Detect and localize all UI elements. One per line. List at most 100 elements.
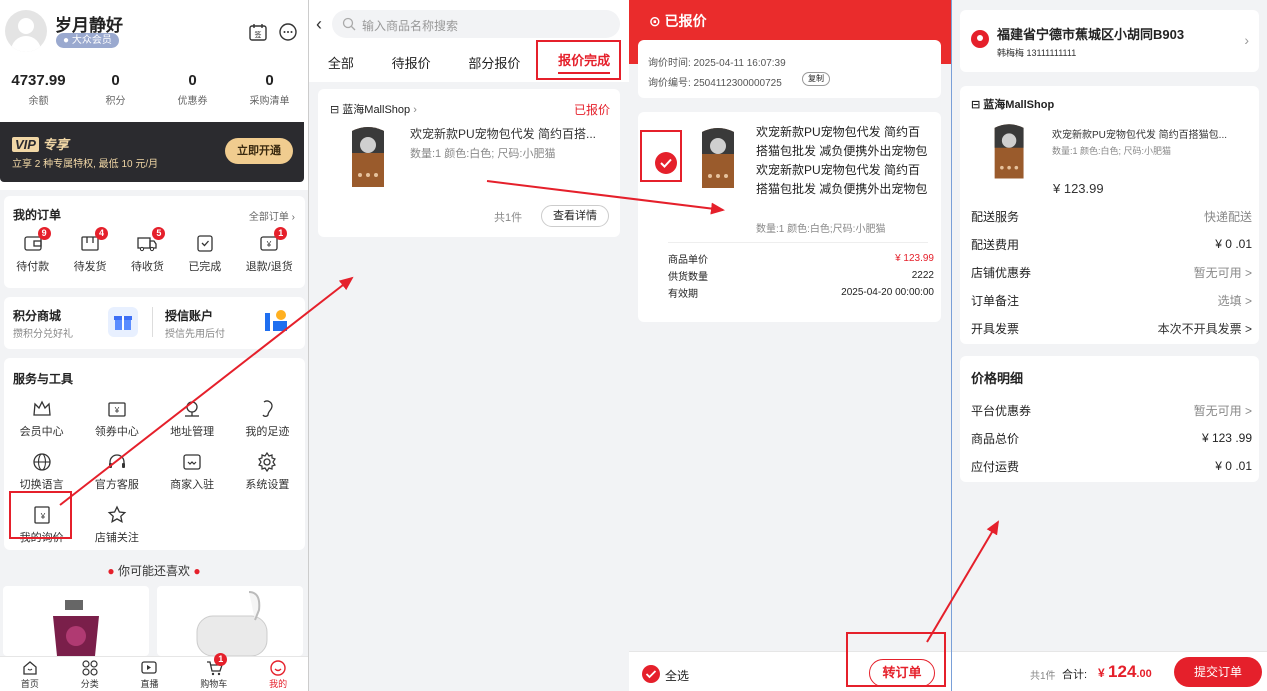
- points-credit-card: 积分商城 攒积分兑好礼 授信账户 授信先用后付: [4, 297, 305, 349]
- service-label: 切换语言: [19, 479, 64, 491]
- service-settings[interactable]: 系统设置: [230, 451, 305, 492]
- copy-button[interactable]: 复制: [802, 72, 830, 86]
- service-language[interactable]: 切换语言: [4, 451, 79, 492]
- stat-coupons[interactable]: 0 优惠券: [154, 72, 231, 107]
- recommend-label: 你可能还喜欢: [117, 564, 190, 578]
- shop-link[interactable]: ⊟ 蓝海MallShop ›: [330, 101, 417, 117]
- service-customer-support[interactable]: 官方客服: [79, 451, 154, 492]
- stat-value: 0: [188, 72, 197, 89]
- vip-badge: VIP: [12, 137, 39, 152]
- highlight-checkbox: [640, 130, 682, 182]
- back-icon[interactable]: ‹: [316, 14, 322, 35]
- badge: 1: [274, 227, 288, 240]
- row-value: 本次不开具发票 >: [1157, 321, 1252, 336]
- service-store-follow[interactable]: 店铺关注: [79, 504, 154, 545]
- nav-live[interactable]: 直播: [140, 659, 159, 690]
- delivery-service-row[interactable]: 配送服务 快递配送: [971, 202, 1252, 230]
- order-pending-shipment[interactable]: 4 待发货: [73, 227, 109, 274]
- recommend-product-2[interactable]: [157, 586, 303, 656]
- address-card[interactable]: 福建省宁德市蕉城区小胡同B903 韩梅梅 13111111111 ›: [960, 10, 1259, 72]
- service-label: 商家入驻: [170, 479, 215, 491]
- submit-order-button[interactable]: 提交订单: [1174, 657, 1262, 687]
- order-completed[interactable]: 已完成: [188, 232, 221, 274]
- view-detail-button[interactable]: 查看详情: [541, 205, 609, 227]
- tab-partial[interactable]: 部分报价: [468, 53, 520, 72]
- clipboard-check-icon: [194, 232, 216, 254]
- shipping-fee-row: 应付运费 ¥ 0 .01: [971, 452, 1252, 480]
- badge: 1: [214, 652, 228, 666]
- select-all-icon[interactable]: [642, 665, 660, 683]
- row-label: 有效期: [668, 289, 698, 300]
- bottom-nav: 首页 分类 直播 1 购物车 我的: [0, 652, 308, 691]
- stat-points[interactable]: 0 积分: [77, 72, 154, 107]
- row-value: ¥ 123.99: [895, 253, 934, 264]
- vip-open-button[interactable]: 立即开通: [225, 138, 293, 164]
- service-merchant-join[interactable]: 商家入驻: [155, 451, 230, 492]
- order-pending-receipt[interactable]: 5 待收货: [131, 227, 166, 274]
- service-coupon-center[interactable]: ¥ 领券中心: [79, 398, 154, 439]
- invoice-row[interactable]: 开具发票 本次不开具发票 >: [971, 314, 1252, 342]
- nav-home[interactable]: 首页: [21, 659, 39, 690]
- shop-coupon-row[interactable]: 店铺优惠券 暂无可用 >: [971, 258, 1252, 286]
- nav-label: 我的: [269, 678, 288, 689]
- shop-name: 蓝海MallShop: [342, 104, 411, 116]
- profile-panel: 岁月静好 ● 大众会员 签 4737.99 余额 0 积分 0 优惠券 0 采购清单 V…: [0, 0, 308, 691]
- row-value: ¥ 0 .01: [1215, 237, 1252, 251]
- platform-coupon-row[interactable]: 平台优惠券 暂无可用 >: [971, 396, 1252, 424]
- svg-text:签: 签: [255, 30, 262, 39]
- product-spec: 数量:1 颜色:白色; 尺码:小肥猫: [410, 148, 556, 160]
- service-address[interactable]: 地址管理: [155, 398, 230, 439]
- all-orders-label: 全部订单: [248, 212, 289, 223]
- vip-banner[interactable]: VIP 专享 立享 2 种专属特权, 最低 10 元/月 立即开通: [0, 122, 304, 182]
- search-icon: [342, 17, 356, 31]
- order-label: 退款/退货: [245, 261, 293, 273]
- product-price: ¥ 123.99: [1053, 181, 1104, 196]
- message-icon[interactable]: [278, 22, 298, 42]
- stat-purchase-list[interactable]: 0 采购清单: [231, 72, 308, 107]
- row-value: ¥ 0 .01: [1215, 459, 1252, 473]
- tab-all[interactable]: 全部: [328, 53, 354, 72]
- select-all-label[interactable]: 全选: [665, 667, 689, 684]
- quote-header-title: ⊙ 已报价: [649, 11, 707, 31]
- order-item-card: ⊟ 蓝海MallShop 欢宠新款PU宠物包代发 简约百搭猫包... 数量:1 …: [960, 86, 1259, 344]
- nav-label: 直播: [140, 678, 159, 689]
- member-tag: ● 大众会员: [56, 33, 119, 48]
- service-label: 店铺关注: [94, 532, 139, 544]
- all-orders-link[interactable]: 全部订单 ›: [249, 208, 295, 223]
- order-refund[interactable]: ¥1 退款/退货: [245, 227, 293, 274]
- pet-bag-image: [688, 126, 750, 198]
- order-note-row[interactable]: 订单备注 选填 >: [971, 286, 1252, 314]
- avatar[interactable]: [5, 10, 47, 52]
- inquiry-card[interactable]: ⊟ 蓝海MallShop › 已报价 欢宠新款PU宠物包代发 简约百搭... 数…: [318, 89, 620, 237]
- star-icon: [107, 505, 127, 523]
- contact-text: 韩梅梅 13111111111: [997, 48, 1077, 58]
- checkin-icon[interactable]: 签: [248, 22, 268, 42]
- service-footprint[interactable]: 我的足迹: [230, 398, 305, 439]
- service-member-center[interactable]: 会员中心: [4, 398, 79, 439]
- nav-label: 首页: [20, 678, 39, 689]
- nav-category[interactable]: 分类: [81, 659, 99, 690]
- price-detail-card: 价格明细 平台优惠券 暂无可用 > 商品总价 ¥ 123 .99 应付运费 ¥ 0 .…: [960, 356, 1259, 482]
- nav-cart[interactable]: 1 购物车: [200, 652, 228, 690]
- recommend-product-1[interactable]: [3, 586, 149, 656]
- delivery-fee-row: 配送费用 ¥ 0 .01: [971, 230, 1252, 258]
- credit-icon[interactable]: [260, 305, 292, 337]
- confirm-order-panel: 福建省宁德市蕉城区小胡同B903 韩梅梅 13111111111 › ⊟ 蓝海M…: [952, 0, 1267, 691]
- nav-mine[interactable]: 我的: [269, 659, 287, 690]
- shop-label: 蓝海MallShop: [983, 99, 1055, 111]
- highlight-quote-complete: [536, 40, 621, 80]
- gift-icon[interactable]: [108, 307, 138, 337]
- row-label: 商品单价: [668, 255, 708, 266]
- price-detail-title: 价格明细: [971, 371, 1024, 386]
- tab-pending[interactable]: 待报价: [392, 53, 431, 72]
- credit-title[interactable]: 授信账户: [165, 307, 213, 324]
- order-label: 待发货: [73, 261, 107, 273]
- row-value: 2025-04-20 00:00:00: [841, 287, 934, 298]
- search-input[interactable]: 输入商品名称搜索: [332, 10, 620, 38]
- order-pending-payment[interactable]: 9 待付款: [16, 227, 51, 274]
- points-mall-title[interactable]: 积分商城: [13, 307, 61, 324]
- stat-label: 积分: [105, 96, 126, 107]
- stat-balance[interactable]: 4737.99 余额: [0, 72, 77, 107]
- row-label: 应付运费: [971, 459, 1020, 474]
- total-amount: ¥ 124.00: [1098, 662, 1152, 682]
